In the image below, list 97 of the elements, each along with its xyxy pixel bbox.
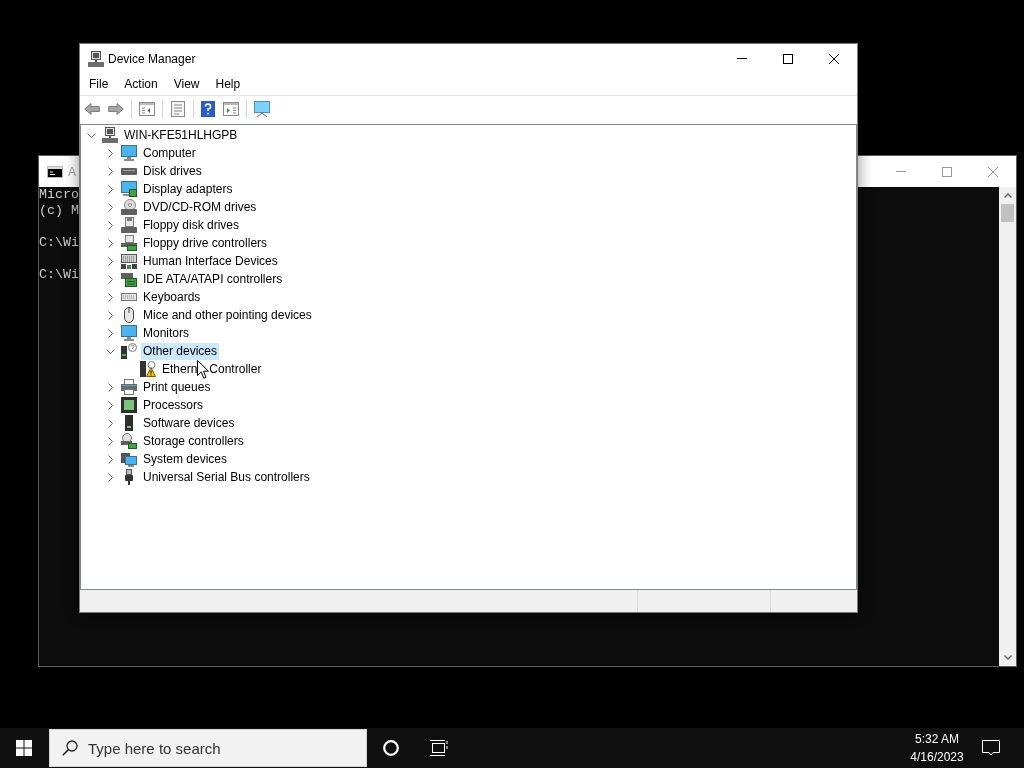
- controller-card-icon: [121, 235, 137, 251]
- chevron-right-icon[interactable]: [107, 418, 113, 428]
- tree-pane-icon[interactable]: [139, 100, 155, 117]
- chevron-right-icon[interactable]: [107, 310, 113, 320]
- chevron-right-icon[interactable]: [107, 238, 113, 248]
- menu-item[interactable]: Help: [207, 74, 249, 94]
- drive-icon: [121, 167, 137, 175]
- chevron-right-icon[interactable]: [107, 436, 113, 446]
- forward-arrow-icon[interactable]: [108, 100, 124, 117]
- usb-plug-icon: [125, 469, 133, 485]
- minimize-icon: [737, 58, 747, 59]
- scroll-up-icon[interactable]: [1003, 193, 1012, 198]
- tree-item-label[interactable]: Software devices: [141, 414, 237, 432]
- back-arrow-icon[interactable]: [84, 100, 100, 117]
- storage-controller-icon: [121, 433, 137, 449]
- chevron-right-icon[interactable]: [107, 166, 113, 176]
- task-view-icon[interactable]: [430, 740, 448, 756]
- chevron-right-icon[interactable]: [107, 220, 113, 230]
- console-icon: [47, 165, 63, 178]
- unknown-device-icon: [121, 343, 137, 359]
- console-line: (c) M: [39, 203, 79, 219]
- tree-item-label[interactable]: Print queues: [141, 378, 213, 396]
- chevron-right-icon[interactable]: [107, 148, 113, 158]
- system-folder-icon: [121, 451, 137, 467]
- monitor-icon: [121, 325, 137, 341]
- chevron-right-icon[interactable]: [107, 472, 113, 482]
- menu-item[interactable]: Action: [116, 74, 166, 94]
- console-line: C:\Wi: [39, 267, 79, 283]
- maximize-icon: [942, 166, 952, 177]
- chevron-right-icon[interactable]: [107, 184, 113, 194]
- search-field[interactable]: Type here to search: [49, 729, 367, 767]
- close-icon: [829, 53, 839, 64]
- tree-item-label[interactable]: Disk drives: [141, 162, 204, 180]
- clock-date: 4/16/2023: [910, 749, 964, 766]
- chevron-right-icon[interactable]: [107, 454, 113, 464]
- tree-item-label[interactable]: Processors: [141, 396, 206, 414]
- tree-item-label[interactable]: Keyboards: [141, 288, 203, 306]
- disc-drive-icon: [121, 199, 137, 215]
- tree-item-label[interactable]: System devices: [141, 450, 230, 468]
- tree-item-label[interactable]: IDE ATA/ATAPI controllers: [141, 270, 285, 288]
- tree-item-label[interactable]: Human Interface Devices: [141, 252, 280, 270]
- tree-item-label[interactable]: Floppy drive controllers: [141, 234, 270, 252]
- scroll-down-icon[interactable]: [1003, 655, 1012, 660]
- tree-item-label[interactable]: Ethern: [160, 360, 198, 378]
- chevron-right-icon[interactable]: [107, 274, 113, 284]
- warning-device-icon: [140, 361, 156, 377]
- printer-icon: [121, 379, 137, 395]
- tree-item-label[interactable]: Display adapters: [141, 180, 235, 198]
- tree-item-label[interactable]: Computer: [141, 144, 198, 162]
- controller-card-icon: [121, 271, 137, 287]
- computer-icon: [88, 50, 104, 67]
- tree-item-label[interactable]: WIN-KFE51HLHGPB: [122, 126, 240, 144]
- maximize-icon: [783, 53, 793, 64]
- action-pane-icon[interactable]: [223, 100, 239, 117]
- input-device-icon: [121, 253, 137, 269]
- menu-item[interactable]: File: [81, 74, 117, 94]
- monitor-icon: [121, 145, 137, 161]
- chevron-down-icon[interactable]: [105, 348, 115, 354]
- clock-time: 5:32 AM: [915, 731, 959, 748]
- keyboard-icon: [121, 293, 137, 301]
- tree-item-label[interactable]: Floppy disk drives: [141, 216, 242, 234]
- chevron-right-icon[interactable]: [107, 328, 113, 338]
- mouse-icon: [124, 307, 134, 323]
- console-line: Micro: [39, 187, 79, 203]
- scroll-thumb[interactable]: [1001, 204, 1014, 222]
- computer-icon: [102, 127, 118, 143]
- mouse-pointer-icon: [197, 359, 210, 379]
- monitor-icon[interactable]: [254, 100, 270, 117]
- window-title: Device Manager: [108, 51, 196, 66]
- close-icon: [988, 166, 998, 177]
- tree-item-label[interactable]: Monitors: [141, 324, 191, 342]
- chevron-right-icon[interactable]: [107, 256, 113, 266]
- device-tower-icon: [125, 415, 133, 431]
- circle-icon[interactable]: [383, 740, 399, 756]
- help-icon[interactable]: [201, 100, 215, 117]
- tree-item-label[interactable]: Mice and other pointing devices: [141, 306, 314, 324]
- tree-item-label[interactable]: Universal Serial Bus controllers: [141, 468, 312, 486]
- chevron-right-icon[interactable]: [107, 202, 113, 212]
- search-icon: [62, 740, 78, 756]
- window-title: A: [68, 164, 76, 179]
- console-line: C:\Wi: [39, 235, 79, 251]
- properties-icon[interactable]: [170, 100, 186, 117]
- chip-icon: [121, 397, 137, 413]
- chevron-right-icon[interactable]: [107, 292, 113, 302]
- display-adapter-icon: [121, 181, 137, 197]
- scrollbar[interactable]: [999, 187, 1016, 666]
- floppy-drive-icon: [121, 217, 137, 233]
- tree-item-label[interactable]: DVD/CD-ROM drives: [141, 198, 259, 216]
- notification-icon[interactable]: [982, 740, 1000, 756]
- tree-item-label[interactable]: Other devices: [141, 342, 220, 360]
- tree-item-label[interactable]: Controller: [209, 360, 264, 378]
- chevron-right-icon[interactable]: [107, 400, 113, 410]
- minimize-icon: [896, 171, 906, 172]
- tree-item-label[interactable]: Storage controllers: [141, 432, 246, 450]
- menu-item[interactable]: View: [165, 74, 208, 94]
- chevron-down-icon[interactable]: [86, 132, 96, 138]
- chevron-right-icon[interactable]: [107, 382, 113, 392]
